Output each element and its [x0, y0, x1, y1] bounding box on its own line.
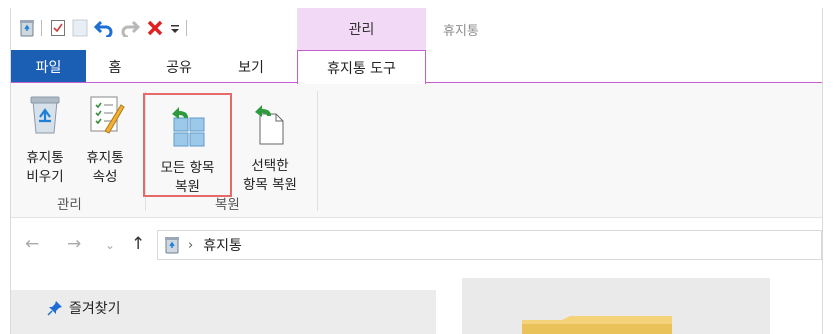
customize-dropdown-icon[interactable]	[170, 21, 180, 35]
forward-arrow-icon[interactable]: →	[67, 234, 81, 254]
navigation-pane: 즐겨찾기	[11, 290, 436, 334]
breadcrumb-current[interactable]: 휴지통	[203, 235, 242, 255]
title-bar: 관리 휴지통	[11, 8, 822, 50]
empty-recycle-bin-label-1: 휴지통	[26, 150, 64, 166]
breadcrumb-chevron-icon[interactable]: ›	[188, 238, 193, 253]
address-bar[interactable]: › 휴지통	[157, 230, 822, 260]
content-pane	[462, 278, 770, 334]
toolbar-separator	[186, 20, 187, 36]
tab-share[interactable]: 공유	[153, 50, 205, 83]
address-row: ← → ⌄ ↑ › 휴지통	[11, 226, 822, 264]
quick-access-toolbar	[19, 16, 195, 40]
recycle-bin-icon[interactable]	[19, 19, 35, 37]
nav-item-favorites-label: 즐겨찾기	[69, 301, 121, 317]
back-arrow-icon[interactable]: ←	[25, 234, 39, 254]
group-label-restore: 복원	[215, 197, 240, 213]
undo-icon[interactable]	[94, 19, 114, 37]
restore-selected-items-label-2: 항목 복원	[243, 177, 297, 193]
restore-selected-items-label-1: 선택한	[251, 158, 289, 174]
tab-view[interactable]: 보기	[225, 50, 277, 83]
recycle-bin-properties-icon	[75, 89, 135, 139]
restore-selected-items-icon	[233, 99, 307, 149]
recycle-bin-properties-label-2: 속성	[92, 169, 118, 185]
toolbar-separator	[41, 20, 42, 36]
empty-recycle-bin-button[interactable]: 휴지통 비우기	[15, 89, 75, 187]
pin-icon	[47, 300, 63, 316]
empty-recycle-bin-label-2: 비우기	[26, 169, 64, 185]
recent-dropdown-icon[interactable]: ⌄	[105, 238, 115, 252]
tab-home[interactable]: 홈	[95, 50, 135, 83]
empty-recycle-bin-icon	[15, 89, 75, 139]
explorer-window: 관리 휴지통 파일 홈 공유 보기 휴지통 도구 휴지통 비우기 휴지통 속성 …	[10, 8, 823, 334]
folder-icon	[522, 316, 672, 334]
context-tab-group-label: 관리	[297, 8, 426, 50]
new-folder-icon[interactable]	[72, 19, 88, 37]
group-separator	[317, 91, 318, 211]
window-title: 휴지통	[443, 24, 479, 39]
restore-all-items-icon	[145, 101, 230, 151]
redo-icon[interactable]	[120, 19, 140, 37]
tab-file[interactable]: 파일	[11, 50, 86, 83]
ribbon-tabs: 파일 홈 공유 보기 휴지통 도구	[11, 50, 822, 84]
up-arrow-icon[interactable]: ↑	[131, 234, 145, 254]
restore-selected-items-button[interactable]: 선택한 항목 복원	[233, 99, 307, 195]
recycle-bin-icon	[164, 236, 180, 254]
nav-item-favorites[interactable]: 즐겨찾기	[47, 298, 121, 318]
group-label-manage: 관리	[57, 197, 82, 213]
restore-all-items-button[interactable]: 모든 항목 복원	[143, 93, 232, 197]
ribbon-panel: 휴지통 비우기 휴지통 속성 관리 모든 항목 복원 선택한 항목 복원 복원	[11, 83, 822, 218]
tab-recycle-bin-tools[interactable]: 휴지통 도구	[297, 50, 426, 84]
recycle-bin-properties-button[interactable]: 휴지통 속성	[75, 89, 135, 187]
properties-icon[interactable]	[50, 19, 66, 37]
restore-all-items-label-1: 모든 항목	[160, 160, 215, 176]
recycle-bin-properties-label-1: 휴지통	[86, 150, 124, 166]
delete-icon[interactable]	[146, 19, 164, 37]
